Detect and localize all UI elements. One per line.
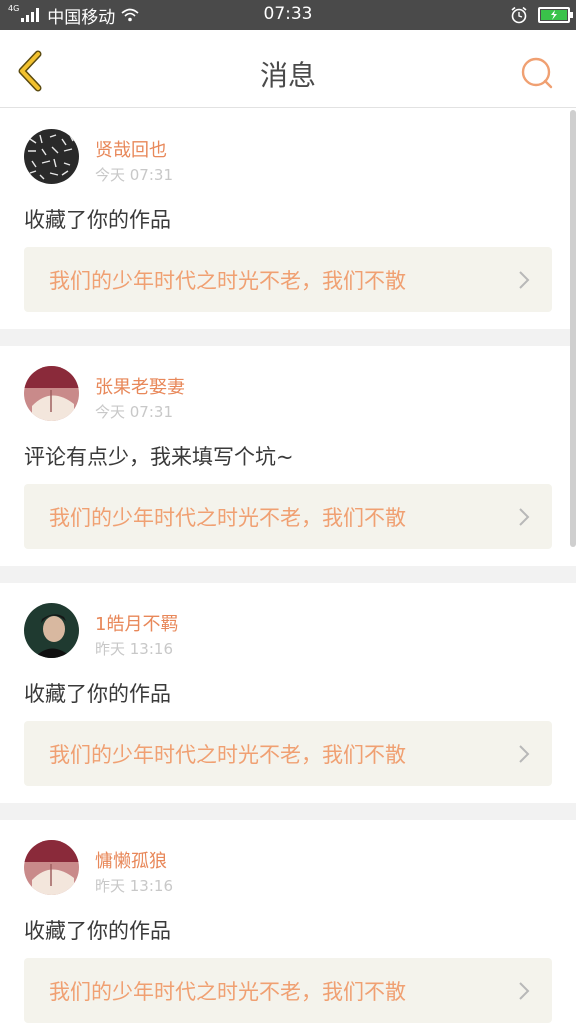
- work-link[interactable]: 我们的少年时代之时光不老，我们不散: [24, 484, 552, 549]
- work-link[interactable]: 我们的少年时代之时光不老，我们不散: [24, 958, 552, 1023]
- status-time: 07:33: [263, 4, 313, 24]
- divider: [0, 803, 576, 820]
- message-text: 评论有点少，我来填写个坑~: [24, 445, 294, 469]
- avatar[interactable]: [24, 603, 79, 658]
- chevron-right-icon: [519, 982, 530, 1000]
- chevron-right-icon: [519, 508, 530, 526]
- message-card: 张果老娶妻 今天 07:31 评论有点少，我来填写个坑~ 我们的少年时代之时光不…: [0, 346, 576, 566]
- battery-icon: [538, 7, 573, 23]
- scrollbar[interactable]: [570, 110, 576, 547]
- message-card: 慵懒孤狼 昨天 13:16 收藏了你的作品 我们的少年时代之时光不老，我们不散: [0, 820, 576, 1024]
- header: 消息: [0, 30, 576, 108]
- work-link[interactable]: 我们的少年时代之时光不老，我们不散: [24, 247, 552, 312]
- avatar[interactable]: [24, 129, 79, 184]
- avatar[interactable]: [24, 366, 79, 421]
- work-link[interactable]: 我们的少年时代之时光不老，我们不散: [24, 721, 552, 786]
- page-title: 消息: [259, 59, 316, 92]
- message-text: 收藏了你的作品: [24, 682, 171, 706]
- work-title: 我们的少年时代之时光不老，我们不散: [49, 743, 406, 767]
- divider: [0, 566, 576, 583]
- username[interactable]: 贤哉回也: [95, 136, 167, 162]
- work-title: 我们的少年时代之时光不老，我们不散: [49, 506, 406, 530]
- work-title: 我们的少年时代之时光不老，我们不散: [49, 980, 406, 1004]
- search-button[interactable]: [520, 56, 554, 90]
- timestamp: 昨天 13:16: [95, 877, 173, 895]
- message-text: 收藏了你的作品: [24, 919, 171, 943]
- chevron-right-icon: [519, 271, 530, 289]
- username[interactable]: 张果老娶妻: [95, 373, 185, 399]
- status-bar: 4G 中国移动 07:33: [0, 0, 576, 30]
- message-text: 收藏了你的作品: [24, 208, 171, 232]
- timestamp: 今天 07:31: [95, 166, 173, 184]
- work-title: 我们的少年时代之时光不老，我们不散: [49, 269, 406, 293]
- username[interactable]: 慵懒孤狼: [95, 847, 167, 873]
- divider: [0, 329, 576, 346]
- message-card: 1皓月不羁 昨天 13:16 收藏了你的作品 我们的少年时代之时光不老，我们不散: [0, 583, 576, 803]
- chevron-right-icon: [519, 745, 530, 763]
- alarm-icon: [511, 6, 527, 24]
- avatar[interactable]: [24, 840, 79, 895]
- timestamp: 昨天 13:16: [95, 640, 173, 658]
- username[interactable]: 1皓月不羁: [95, 610, 178, 636]
- message-list: 贤哉回也 今天 07:31 收藏了你的作品 我们的少年时代之时光不老，我们不散 …: [0, 109, 576, 1024]
- timestamp: 今天 07:31: [95, 403, 173, 421]
- message-card: 贤哉回也 今天 07:31 收藏了你的作品 我们的少年时代之时光不老，我们不散: [0, 109, 576, 329]
